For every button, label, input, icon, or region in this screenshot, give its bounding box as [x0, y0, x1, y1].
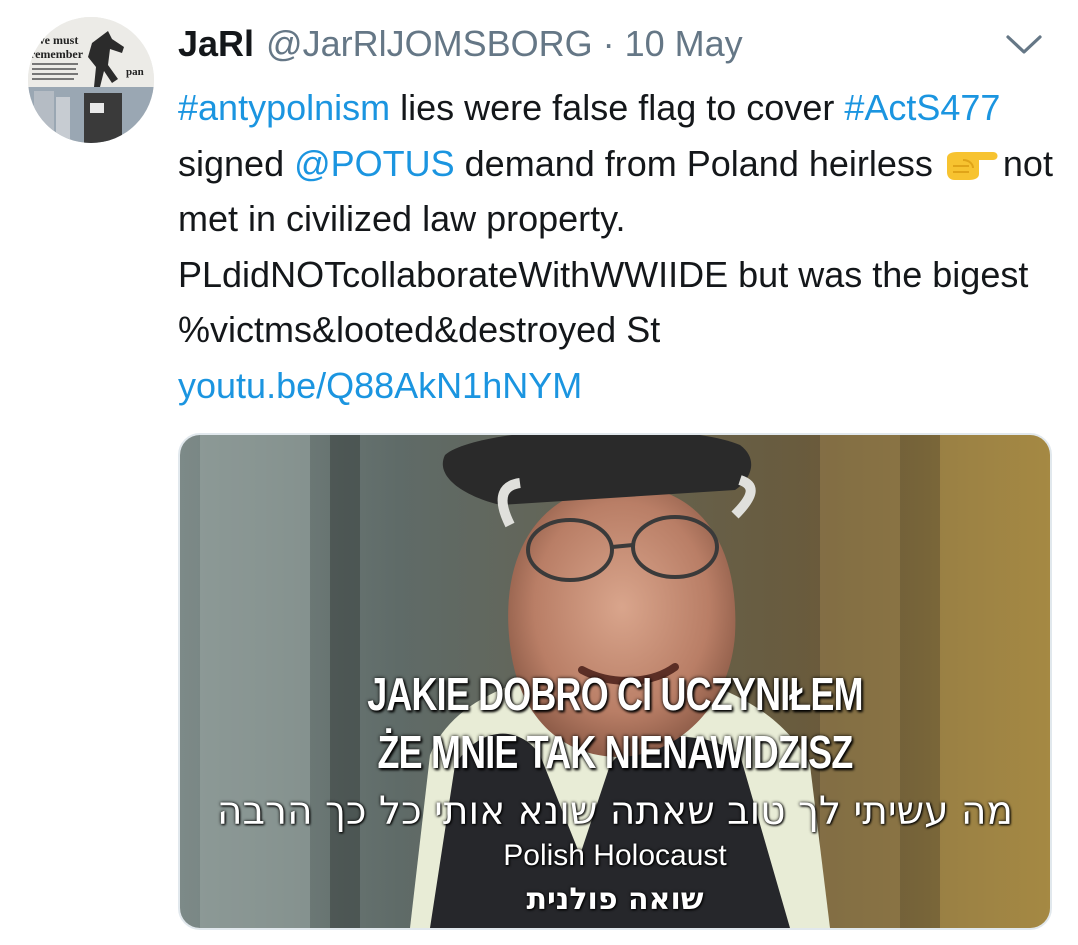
subtitle-polish-line1: JAKIE DOBRO CI UCZYNIŁEM: [367, 668, 863, 720]
caption-english: Polish Holocaust: [503, 839, 727, 872]
separator: ·: [602, 23, 615, 64]
tweet-date[interactable]: 10 May: [625, 18, 743, 70]
author-name[interactable]: JaRl: [178, 18, 254, 70]
subtitle-polish-line2: ŻE MNIE TAK NIENAWIDZISZ: [377, 726, 854, 778]
caption-hebrew: שואה פולנית: [526, 882, 704, 917]
tweet-header: JaRl @JarRlJOMSBORG · 10 May: [178, 18, 743, 70]
tweet-text: #antypolnism lies were false flag to cov…: [178, 80, 1058, 413]
pointing-right-emoji-icon: [943, 146, 1001, 182]
tweet-text-part: signed: [178, 142, 295, 184]
author-avatar[interactable]: we must remember pan: [28, 17, 154, 143]
svg-text:we must: we must: [36, 33, 78, 47]
author-handle[interactable]: @JarRlJOMSBORG: [266, 18, 593, 70]
hashtag-antypolnism[interactable]: #antypolnism: [178, 87, 390, 128]
memorial-statue-avatar: we must remember pan: [28, 17, 154, 143]
chevron-down-icon[interactable]: [1002, 28, 1046, 60]
video-thumbnail[interactable]: JAKIE DOBRO CI UCZYNIŁEM ŻE MNIE TAK NIE…: [178, 433, 1052, 930]
youtube-link[interactable]: youtu.be/Q88AkN1hNYM: [178, 365, 582, 406]
mention-potus[interactable]: @POTUS: [294, 143, 455, 184]
svg-text:pan: pan: [126, 66, 144, 78]
tweet: we must remember pan JaRl @JarRlJOMSBORG…: [0, 0, 1078, 945]
tweet-text-part: lies were false flag to cover: [390, 87, 845, 128]
subtitle-hebrew: מה עשיתי לך טוב שאתה שונא אותי כל כך הרב…: [217, 789, 1013, 834]
tweet-text-part: demand from Poland heirless: [454, 142, 943, 184]
svg-text:remember: remember: [30, 47, 84, 61]
hashtag-acts477[interactable]: #ActS477: [844, 87, 1000, 128]
